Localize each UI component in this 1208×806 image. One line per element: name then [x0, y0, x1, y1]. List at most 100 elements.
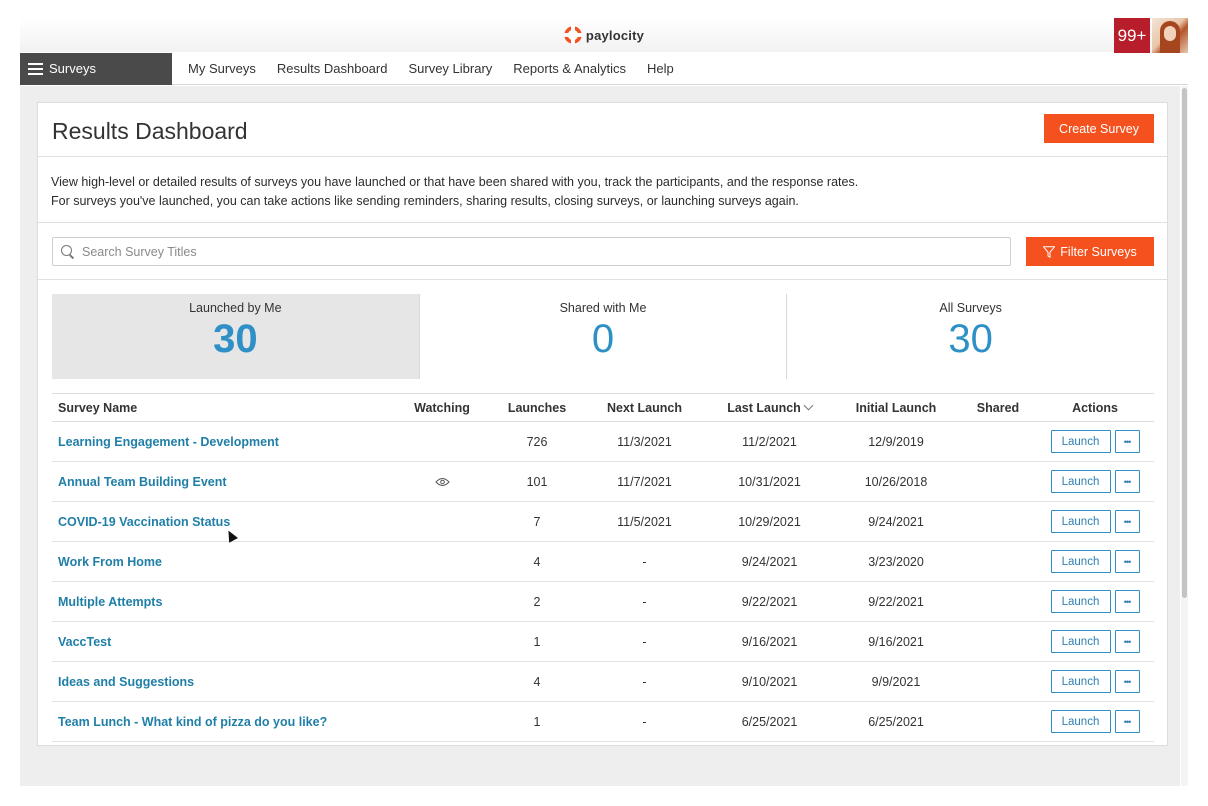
stat-value: 0 [591, 317, 615, 361]
cell-next-launch: - [582, 581, 707, 622]
survey-name-link[interactable]: Annual Team Building Event [58, 475, 227, 489]
cell-watching [392, 501, 492, 542]
cell-survey-name: Team Lunch - What kind of pizza do you l… [52, 701, 392, 742]
more-actions-button[interactable]: ••• [1114, 590, 1140, 613]
col-header-watching[interactable]: Watching [392, 393, 492, 422]
cell-launches: 4 [492, 541, 582, 582]
nav-item-survey-library[interactable]: Survey Library [408, 61, 492, 76]
nav-item-results-dashboard[interactable]: Results Dashboard [277, 61, 388, 76]
more-actions-button[interactable]: ••• [1114, 470, 1140, 493]
nav-item-my-surveys[interactable]: My Surveys [188, 61, 256, 76]
cell-watching [392, 581, 492, 622]
cell-initial-launch: 6/25/2021 [832, 701, 960, 742]
module-menu-button[interactable]: Surveys [20, 52, 172, 85]
cell-launches: 2 [492, 581, 582, 622]
more-actions-button[interactable]: ••• [1114, 430, 1140, 453]
row-actions: Launch ••• [1050, 590, 1140, 613]
cell-actions: Launch ••• [1036, 581, 1154, 622]
cell-launches: 101 [492, 461, 582, 502]
more-actions-button[interactable]: ••• [1114, 630, 1140, 653]
stat-label: Shared with Me [559, 301, 647, 315]
avatar[interactable] [1152, 18, 1188, 54]
more-actions-button[interactable]: ••• [1114, 670, 1140, 693]
cell-shared [960, 661, 1036, 702]
filter-icon [1043, 245, 1056, 258]
cell-last-launch: 9/16/2021 [707, 621, 832, 662]
cell-shared [960, 581, 1036, 622]
launch-button[interactable]: Launch [1050, 590, 1111, 613]
stat-all-surveys[interactable]: All Surveys 30 [786, 294, 1154, 379]
table-row[interactable]: Annual Team Building Event 101 11/7/2021 10… [52, 461, 1154, 502]
more-actions-button[interactable]: ••• [1114, 550, 1140, 573]
survey-name-link[interactable]: Learning Engagement - Development [58, 435, 279, 449]
nav-menu: My Surveys Results Dashboard Survey Libr… [188, 61, 695, 76]
description-line-2: For surveys you've launched, you can tak… [51, 194, 799, 208]
col-header-survey-name[interactable]: Survey Name [52, 393, 392, 422]
nav-item-reports-analytics[interactable]: Reports & Analytics [513, 61, 626, 76]
launch-button[interactable]: Launch [1050, 670, 1111, 693]
survey-name-link[interactable]: COVID-19 Vaccination Status [58, 515, 230, 529]
launch-button[interactable]: Launch [1050, 510, 1111, 533]
cell-next-launch: - [582, 541, 707, 582]
scrollbar-thumb[interactable] [1182, 88, 1187, 598]
cell-last-launch: 6/25/2021 [707, 701, 832, 742]
cell-next-launch: 11/7/2021 [582, 461, 707, 502]
row-actions: Launch ••• [1050, 670, 1140, 693]
stat-value: 30 [213, 317, 258, 361]
table-row[interactable]: Work From Home 4-9/24/2021 3/23/2020 Launch… [52, 541, 1154, 582]
search-box[interactable] [52, 237, 1011, 266]
cell-watching [392, 461, 492, 502]
launch-button[interactable]: Launch [1050, 430, 1111, 453]
create-survey-button[interactable]: Create Survey [1044, 114, 1154, 143]
launch-button[interactable]: Launch [1050, 470, 1111, 493]
table-row[interactable]: Ideas and Suggestions 4-9/10/2021 9/9/2021… [52, 661, 1154, 702]
table-row[interactable]: VaccTest 1-9/16/2021 9/16/2021 Launch ••• [52, 621, 1154, 662]
launch-button[interactable]: Launch [1050, 550, 1111, 573]
col-header-initial-launch[interactable]: Initial Launch [832, 393, 960, 422]
watching-eye-icon[interactable] [434, 477, 450, 487]
cell-actions: Launch ••• [1036, 461, 1154, 502]
cell-initial-launch: 9/24/2021 [832, 501, 960, 542]
stat-label: All Surveys [939, 301, 1002, 315]
table-row[interactable]: Team Lunch - What kind of pizza do you l… [52, 701, 1154, 742]
stat-value: 30 [948, 317, 993, 361]
more-actions-button[interactable]: ••• [1114, 710, 1140, 733]
cell-last-launch: 9/10/2021 [707, 661, 832, 702]
col-header-shared[interactable]: Shared [960, 393, 1036, 422]
survey-name-link[interactable]: Team Lunch - What kind of pizza do you l… [58, 715, 327, 729]
search-input[interactable] [82, 244, 982, 259]
stat-launched-by-me[interactable]: Launched by Me 30 [52, 294, 419, 379]
stat-label: Launched by Me [189, 301, 282, 315]
survey-name-link[interactable]: VaccTest [58, 635, 111, 649]
cell-last-launch: 10/31/2021 [707, 461, 832, 502]
filter-surveys-button[interactable]: Filter Surveys [1026, 237, 1154, 266]
table-row[interactable]: Learning Engagement - Development 726 11/3… [52, 421, 1154, 462]
col-header-next-launch[interactable]: Next Launch [582, 393, 707, 422]
cell-shared [960, 461, 1036, 502]
cell-launches: 1 [492, 621, 582, 662]
table-row[interactable]: Multiple Attempts 2-9/22/2021 9/22/2021 Lau… [52, 581, 1154, 622]
row-actions: Launch ••• [1050, 630, 1140, 653]
cell-initial-launch: 9/22/2021 [832, 581, 960, 622]
col-header-last-launch-label: Last Launch [727, 400, 801, 415]
survey-name-link[interactable]: Multiple Attempts [58, 595, 162, 609]
col-header-launches[interactable]: Launches [492, 393, 582, 422]
notification-badge[interactable]: 99+ [1114, 18, 1150, 54]
page-scrollbar[interactable] [1181, 86, 1188, 786]
stat-shared-with-me[interactable]: Shared with Me 0 [418, 294, 787, 379]
cell-actions: Launch ••• [1036, 541, 1154, 582]
survey-name-link[interactable]: Work From Home [58, 555, 162, 569]
cell-shared [960, 421, 1036, 462]
col-header-last-launch[interactable]: Last Launch [707, 393, 832, 422]
results-dashboard-card: Results Dashboard Create Survey View hig… [37, 102, 1168, 746]
launch-button[interactable]: Launch [1050, 710, 1111, 733]
row-actions: Launch ••• [1050, 510, 1140, 533]
table-row[interactable]: COVID-19 Vaccination Status 7 11/5/2021 10/… [52, 501, 1154, 542]
survey-name-link[interactable]: Ideas and Suggestions [58, 675, 194, 689]
launch-button[interactable]: Launch [1050, 630, 1111, 653]
cell-actions: Launch ••• [1036, 501, 1154, 542]
paylocity-logo[interactable]: paylocity [563, 26, 644, 44]
cell-launches: 726 [492, 421, 582, 462]
more-actions-button[interactable]: ••• [1114, 510, 1140, 533]
nav-item-help[interactable]: Help [647, 61, 674, 76]
